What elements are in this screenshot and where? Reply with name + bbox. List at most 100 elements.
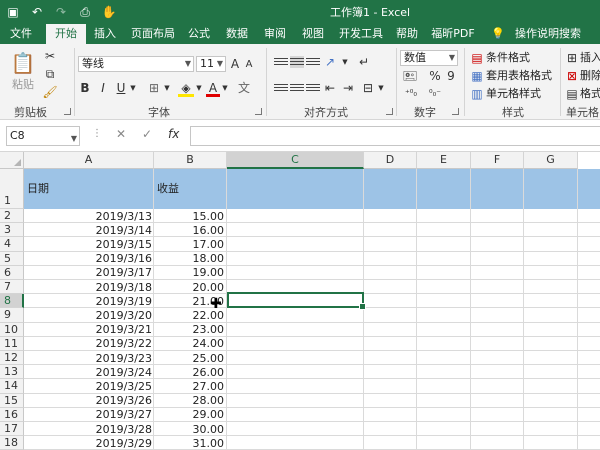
revenue-cell[interactable]: 30.00 [154,423,225,437]
delete-cells-button[interactable]: 删除 [580,69,600,83]
orientation-icon[interactable]: ↗ [322,54,338,70]
row-header-18[interactable]: 18 [0,436,24,450]
print-preview-icon[interactable]: ⎙ [76,3,94,21]
revenue-cell[interactable]: 15.00 [154,210,225,224]
font-launcher-icon[interactable] [255,108,262,115]
decrease-indent-icon[interactable]: ⇤ [322,80,338,96]
font-name-select[interactable]: 等线 ▼ [78,56,194,72]
column-header-e[interactable]: E [417,152,471,169]
revenue-cell[interactable]: 18.00 [154,252,225,266]
revenue-cell[interactable]: 26.00 [154,366,225,380]
date-cell[interactable]: 2019/3/29 [24,437,152,450]
revenue-cell[interactable]: 29.00 [154,408,225,422]
revenue-cell[interactable]: 20.00 [154,281,225,295]
row-header-10[interactable]: 10 [0,322,24,337]
row-header-9[interactable]: 9 [0,308,24,323]
phonetic-icon[interactable]: 文 [236,80,252,96]
align-left-icon[interactable] [274,82,288,94]
align-bottom-icon[interactable] [306,56,320,68]
insert-function-icon[interactable]: fx [168,127,179,141]
worksheet-grid[interactable]: A B C D E F G 1 日期 收益 2 2019/3/13 15.00 3 2019/3/14 16.… [0,152,600,450]
row-header-3[interactable]: 3 [0,223,24,238]
clipboard-launcher-icon[interactable] [64,108,71,115]
date-cell[interactable]: 2019/3/17 [24,266,152,280]
revenue-cell[interactable]: 27.00 [154,380,225,394]
date-cell[interactable]: 2019/3/28 [24,423,152,437]
wrap-text-icon[interactable]: ↵ [356,54,372,70]
row-header-4[interactable]: 4 [0,237,24,252]
header-cell-revenue[interactable]: 收益 [157,182,179,196]
align-middle-icon[interactable] [290,56,304,68]
date-cell[interactable]: 2019/3/27 [24,408,152,422]
tab-file[interactable]: 文件 [6,24,36,44]
alignment-launcher-icon[interactable] [386,108,393,115]
tab-home[interactable]: 开始 [46,24,86,44]
tab-page-layout[interactable]: 页面布局 [128,24,178,44]
select-all-button[interactable] [0,152,24,169]
row-header-6[interactable]: 6 [0,265,24,280]
tab-data[interactable]: 数据 [222,24,252,44]
cut-icon[interactable]: ✂ [42,48,58,64]
tab-formulas[interactable]: 公式 [184,24,214,44]
conditional-format-button[interactable]: 条件格式 [486,51,530,65]
insert-cells-button[interactable]: 插入 [580,51,600,65]
format-painter-icon[interactable]: 🖌 [42,84,58,100]
format-as-table-button[interactable]: 套用表格格式 [486,69,552,83]
chevron-down-icon[interactable]: ▼ [340,54,350,70]
italic-button[interactable]: I [96,80,110,96]
row-header-11[interactable]: 11 [0,336,24,351]
font-size-select[interactable]: 11 ▼ [196,56,226,72]
tab-view[interactable]: 视图 [298,24,328,44]
column-header-d[interactable]: D [364,152,417,169]
date-cell[interactable]: 2019/3/21 [24,323,152,337]
copy-icon[interactable]: ⧉ [42,66,58,82]
date-cell[interactable]: 2019/3/18 [24,281,152,295]
date-cell[interactable]: 2019/3/15 [24,238,152,252]
revenue-cell[interactable]: 19.00 [154,266,225,280]
save-icon[interactable]: ▣ [4,3,22,21]
chevron-down-icon[interactable]: ▼ [128,80,138,96]
chevron-down-icon[interactable]: ▼ [376,80,386,96]
date-cell[interactable]: 2019/3/24 [24,366,152,380]
border-icon[interactable]: ⊞ [146,80,162,96]
tab-help[interactable]: 帮助 [392,24,422,44]
date-cell[interactable]: 2019/3/25 [24,380,152,394]
increase-indent-icon[interactable]: ⇥ [340,80,356,96]
row-header-7[interactable]: 7 [0,280,24,295]
revenue-cell[interactable]: 24.00 [154,337,225,351]
date-cell[interactable]: 2019/3/16 [24,252,152,266]
paste-button[interactable]: 粘贴 [12,78,34,92]
tab-insert[interactable]: 插入 [88,24,122,44]
revenue-cell[interactable]: 28.00 [154,394,225,408]
date-cell[interactable]: 2019/3/23 [24,352,152,366]
underline-button[interactable]: U [114,80,128,96]
merge-center-icon[interactable]: ⊟ [360,80,376,96]
column-header-f[interactable]: F [471,152,524,169]
enter-icon[interactable]: ✓ [142,127,152,141]
date-cell[interactable]: 2019/3/26 [24,394,152,408]
column-header-a[interactable]: A [24,152,154,169]
cell-styles-button[interactable]: 单元格样式 [486,87,541,101]
grow-font-icon[interactable]: A [229,56,241,72]
formula-input[interactable] [190,126,600,146]
row-header-8[interactable]: 8 [0,294,24,309]
name-box[interactable]: C8 ▼ [6,126,80,146]
number-launcher-icon[interactable] [452,108,459,115]
lightbulb-icon[interactable]: 💡 [490,24,506,44]
shrink-font-icon[interactable]: A [243,57,255,73]
row-header-2[interactable]: 2 [0,209,24,224]
tab-foxit-pdf[interactable]: 福昕PDF [430,24,476,44]
date-cell[interactable]: 2019/3/14 [24,224,152,238]
cancel-icon[interactable]: ✕ [116,127,126,141]
paste-icon[interactable]: 📋 [10,50,36,76]
column-header-g[interactable]: G [524,152,578,169]
decrease-decimal-icon[interactable]: ⁰₀⁻ [424,86,446,102]
redo-icon[interactable]: ↷ [52,3,70,21]
revenue-cell[interactable]: 31.00 [154,437,225,450]
row-header-1[interactable]: 1 [0,169,24,209]
revenue-cell[interactable]: 23.00 [154,323,225,337]
chevron-down-icon[interactable]: ▼ [162,80,172,96]
currency-icon[interactable]: 🖭 [400,68,420,84]
revenue-cell[interactable]: 16.00 [154,224,225,238]
tell-me-search[interactable]: 操作说明搜索 [510,24,586,44]
